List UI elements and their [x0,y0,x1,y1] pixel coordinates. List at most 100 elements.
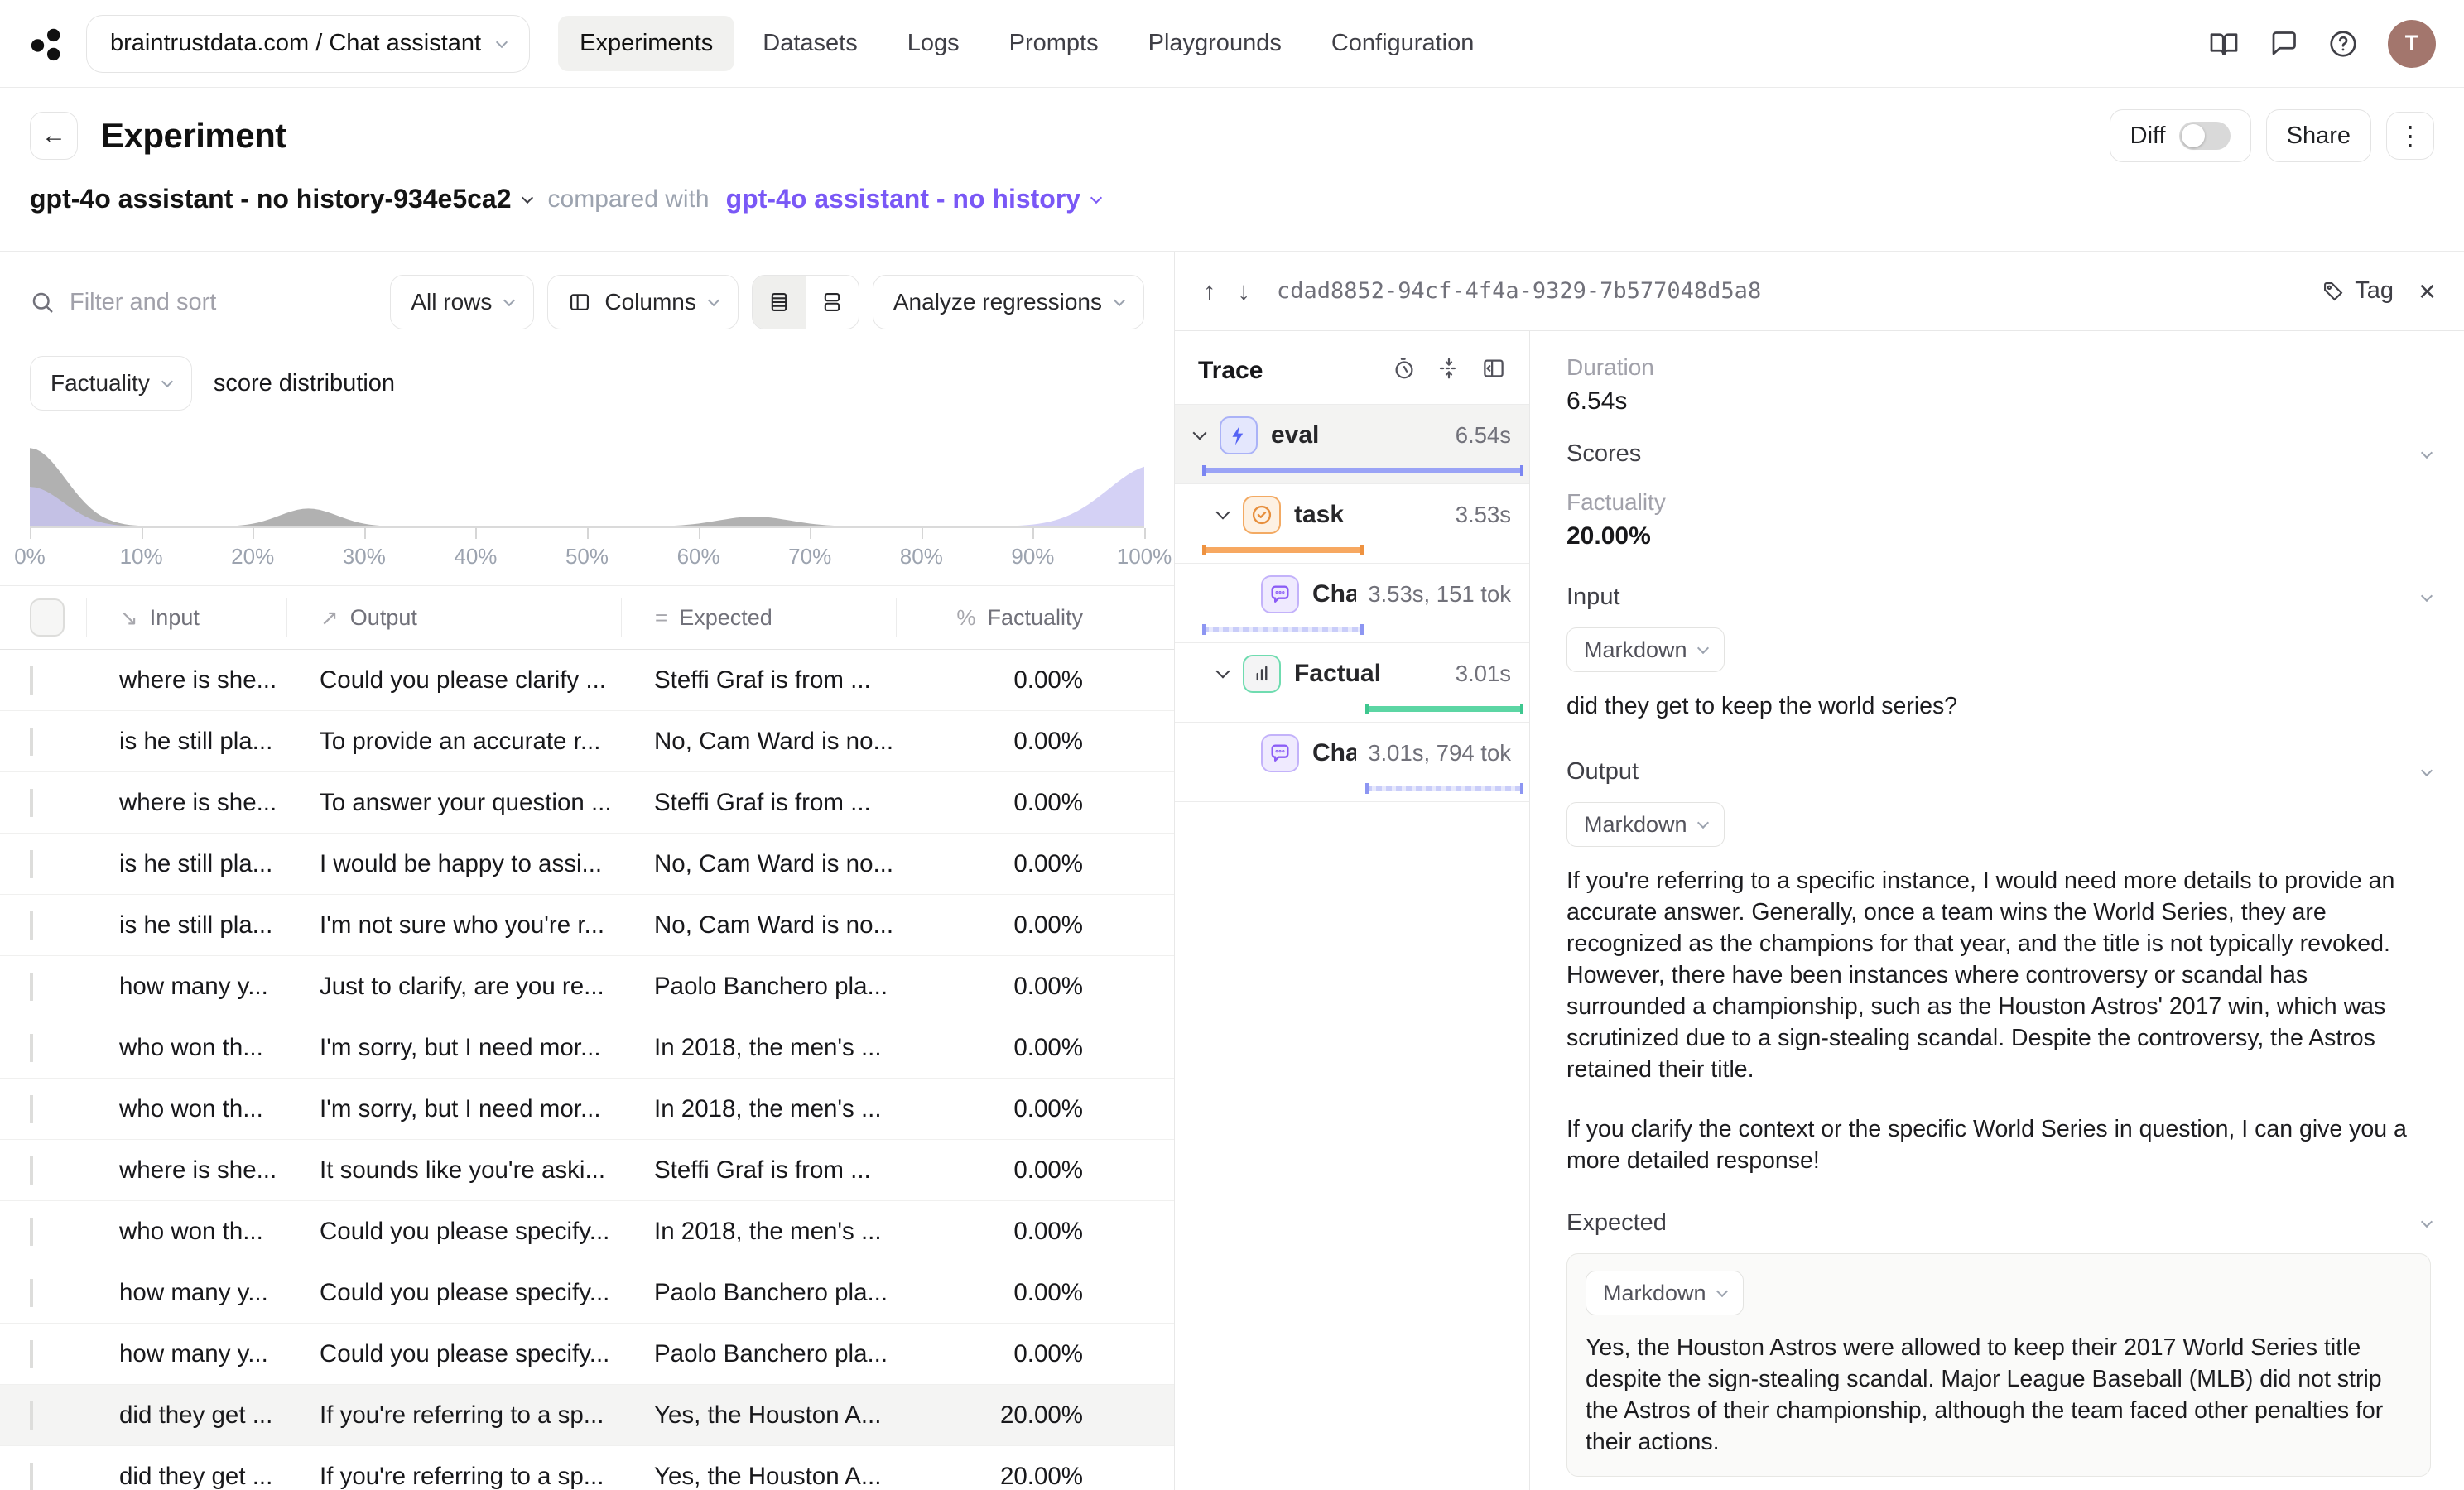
table-row[interactable]: is he still pla...To provide an accurate… [0,711,1174,772]
timer-icon[interactable] [1392,356,1417,385]
scores-section-header[interactable]: Scores [1566,440,2431,468]
help-icon[interactable] [2328,29,2358,59]
row-checkbox[interactable] [30,911,33,940]
analyze-regressions-dropdown[interactable]: Analyze regressions [873,275,1144,329]
chevron-down-icon[interactable] [1193,426,1207,440]
columns-icon [568,291,591,314]
factuality-cell: 0.00% [896,1279,1111,1307]
tab-experiments[interactable]: Experiments [558,16,734,71]
output-section-header[interactable]: Output [1566,758,2431,786]
output-format-dropdown[interactable]: Markdown [1566,802,1725,847]
factuality-cell: 0.00% [896,973,1111,1001]
braintrust-logo-icon[interactable] [28,25,66,63]
table-row[interactable]: did they get ...If you're referring to a… [0,1385,1174,1446]
chevron-down-icon[interactable] [1216,506,1230,520]
trace-span-chat-[interactable]: Chat ...3.53s, 151 tok [1175,563,1529,643]
trace-span-eval[interactable]: eval6.54s [1175,404,1529,484]
row-checkbox[interactable] [30,1463,33,1490]
table-row[interactable]: where is she...It sounds like you're ask… [0,1140,1174,1201]
user-avatar[interactable]: T [2388,20,2436,68]
table-row[interactable]: who won th...I'm sorry, but I need mor..… [0,1079,1174,1140]
row-checkbox[interactable] [30,973,33,1001]
table-row[interactable]: who won th...Could you please specify...… [0,1201,1174,1262]
panel-left-icon[interactable] [1481,356,1506,385]
close-icon[interactable]: × [2418,276,2436,306]
table-row[interactable]: is he still pla...I would be happy to as… [0,834,1174,895]
tab-configuration[interactable]: Configuration [1310,16,1496,71]
expected-cell: Steffi Graf is from ... [621,789,896,817]
table-row[interactable]: did they get ...If you're referring to a… [0,1446,1174,1490]
column-header-expected[interactable]: =Expected [621,598,896,637]
output-cell: If you're referring to a sp... [286,1463,621,1490]
trace-span-factual[interactable]: Factual3.01s [1175,642,1529,723]
row-checkbox[interactable] [30,1279,33,1307]
back-button[interactable]: ← [30,112,78,160]
span-duration: 3.01s, 794 tok [1356,740,1511,767]
input-format-dropdown[interactable]: Markdown [1566,627,1725,672]
trace-span-task[interactable]: task3.53s [1175,483,1529,564]
expected-format-dropdown[interactable]: Markdown [1586,1271,1744,1315]
tab-prompts[interactable]: Prompts [988,16,1120,71]
row-checkbox[interactable] [30,1340,33,1368]
table-row[interactable]: where is she...To answer your question .… [0,772,1174,834]
row-checkbox[interactable] [30,666,33,695]
expected-cell: In 2018, the men's ... [621,1095,896,1123]
row-checkbox[interactable] [30,1401,33,1430]
table-row[interactable]: is he still pla...I'm not sure who you'r… [0,895,1174,956]
expected-text: Yes, the Houston Astros were allowed to … [1586,1332,2412,1458]
trace-span-chat-[interactable]: Chat ...3.01s, 794 tok [1175,722,1529,802]
x-axis-tick [30,528,31,539]
next-row-button[interactable]: ↓ [1238,276,1251,306]
row-checkbox[interactable] [30,850,33,878]
tab-datasets[interactable]: Datasets [741,16,878,71]
diff-switch[interactable] [2179,122,2231,150]
docs-icon[interactable] [2209,29,2239,59]
share-button[interactable]: Share [2266,109,2371,162]
table-row[interactable]: who won th...I'm sorry, but I need mor..… [0,1017,1174,1079]
experiment-name-dropdown[interactable]: gpt-4o assistant - no history-934e5ca2 [30,184,532,214]
expected-section-header[interactable]: Expected [1566,1209,2431,1237]
row-checkbox[interactable] [30,1218,33,1246]
filter-and-sort-input[interactable]: Filter and sort [30,289,377,316]
compact-rows-button[interactable] [753,276,806,329]
column-header-output[interactable]: ↗Output [286,598,621,637]
tab-playgrounds[interactable]: Playgrounds [1127,16,1303,71]
output-cell: Could you please specify... [286,1218,621,1246]
row-checkbox[interactable] [30,789,33,817]
table-row[interactable]: how many y...Could you please specify...… [0,1324,1174,1385]
select-all-checkbox[interactable] [30,598,65,637]
tall-rows-button[interactable] [806,276,859,329]
table-row[interactable]: how many y...Just to clarify, are you re… [0,956,1174,1017]
comparison-experiment-dropdown[interactable]: gpt-4o assistant - no history [726,184,1100,214]
arrow-down-right-icon: ↘ [120,605,138,631]
table-row[interactable]: where is she...Could you please clarify … [0,650,1174,711]
columns-dropdown[interactable]: Columns [547,275,738,329]
feedback-icon[interactable] [2269,29,2298,59]
factual-span-icon [1243,655,1281,693]
row-checkbox[interactable] [30,1034,33,1062]
tab-logs[interactable]: Logs [886,16,981,71]
eval-span-icon [1220,416,1258,454]
row-checkbox[interactable] [30,1156,33,1185]
duration-label: Duration [1566,354,2431,381]
collapse-spans-icon[interactable] [1437,356,1461,385]
metric-dropdown[interactable]: Factuality [30,356,192,411]
tag-button[interactable]: Tag [2322,277,2394,305]
chevron-down-icon [496,36,508,47]
more-menu-button[interactable]: ⋮ [2386,112,2434,160]
all-rows-dropdown[interactable]: All rows [390,275,534,329]
row-checkbox[interactable] [30,1095,33,1123]
column-header-input[interactable]: ↘Input [86,598,286,637]
table-row[interactable]: how many y...Could you please specify...… [0,1262,1174,1324]
diff-toggle[interactable]: Diff [2110,109,2251,162]
x-axis-tick [253,528,254,539]
expected-cell: In 2018, the men's ... [621,1218,896,1246]
row-checkbox[interactable] [30,728,33,756]
chevron-down-icon[interactable] [1216,665,1230,679]
output-cell: It sounds like you're aski... [286,1156,621,1185]
prev-row-button[interactable]: ↑ [1203,276,1216,306]
project-breadcrumb-dropdown[interactable]: braintrustdata.com / Chat assistant [86,15,530,73]
input-cell: who won th... [86,1095,286,1123]
column-header-factuality[interactable]: %Factuality [896,598,1111,637]
input-section-header[interactable]: Input [1566,584,2431,611]
